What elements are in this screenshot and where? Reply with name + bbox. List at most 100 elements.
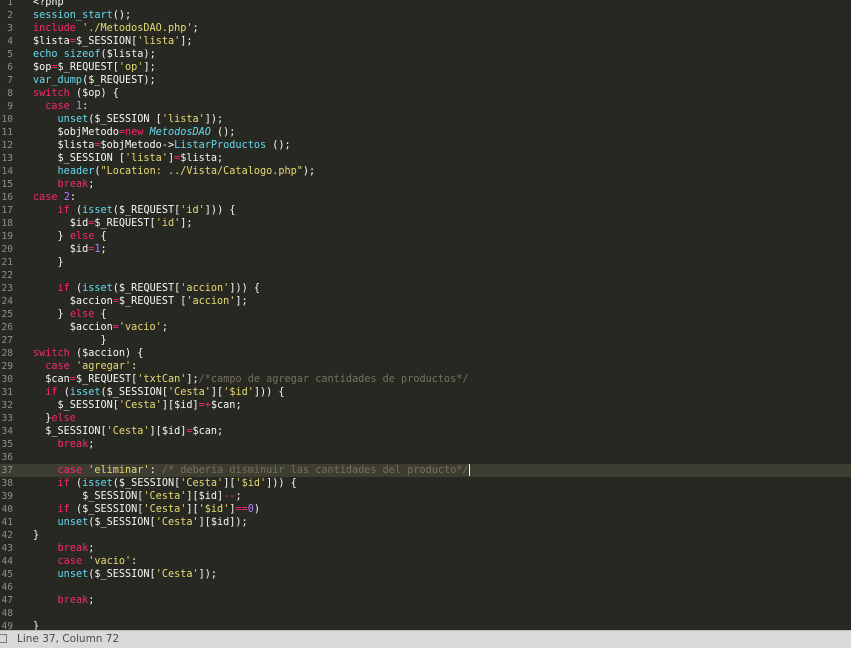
code-line[interactable]: 5 echo sizeof($lista);: [0, 48, 851, 61]
code-line[interactable]: 42}: [0, 529, 851, 542]
code-line[interactable]: 29 case 'agregar':: [0, 360, 851, 373]
text-cursor: [468, 464, 470, 476]
code-line[interactable]: 31 if (isset($_SESSION['Cesta']['$id']))…: [0, 386, 851, 399]
code-line[interactable]: 24 $accion=$_REQUEST ['accion'];: [0, 295, 851, 308]
code-line[interactable]: 7 var_dump($_REQUEST);: [0, 74, 851, 87]
code-token: 'lista': [161, 114, 205, 125]
code-line[interactable]: 38 if (isset($_SESSION['Cesta']['$id']))…: [0, 477, 851, 490]
code-line[interactable]: 36: [0, 451, 851, 464]
code-token: /* debería disminuir las cantidades del …: [161, 465, 469, 476]
code-line[interactable]: 17 if (isset($_REQUEST['id'])) {: [0, 204, 851, 217]
code-line[interactable]: 22: [0, 269, 851, 282]
code-editor[interactable]: 1 <?php 2 session_start(); 3 include './Metod…: [0, 0, 851, 630]
panel-toggle-icon[interactable]: [0, 634, 7, 643]
code-line[interactable]: 13 $_SESSION ['lista']=$lista;: [0, 152, 851, 165]
code-token: --: [223, 491, 236, 502]
line-number: 14: [1, 166, 13, 177]
code-token: 'accion': [186, 296, 236, 307]
code-text: if (isset($_SESSION['Cesta']['$id'])) {: [33, 386, 284, 399]
code-token: $lista;: [180, 153, 224, 164]
line-number: 20: [1, 244, 13, 255]
code-token: $_REQUEST [: [118, 296, 187, 307]
code-line[interactable]: 28 switch ($accion) {: [0, 347, 851, 360]
code-line[interactable]: 25 } else {: [0, 308, 851, 321]
code-text: $objMetodo=new MetodosDAO ();: [33, 126, 236, 139]
code-token: ]);: [204, 114, 224, 125]
code-line[interactable]: 20 $id=1;: [0, 243, 851, 256]
code-text: header("Location: ../Vista/Catalogo.php"…: [33, 165, 316, 178]
code-token: case: [57, 556, 83, 567]
code-line[interactable]: 4 $lista=$_SESSION['lista'];: [0, 35, 851, 48]
code-token: ($_REQUEST);: [82, 75, 156, 86]
code-text: case 'eliminar': /* debería disminuir la…: [33, 464, 470, 477]
code-text: $lista=$objMetodo->ListarProductos ();: [33, 139, 291, 152]
code-line[interactable]: 18 $id=$_REQUEST['id'];: [0, 217, 851, 230]
code-line[interactable]: 45 unset($_SESSION['Cesta']);: [0, 568, 851, 581]
code-line[interactable]: 1 <?php: [0, 0, 851, 9]
code-line[interactable]: 33 }else: [0, 412, 851, 425]
code-line[interactable]: 16 case 2:: [0, 191, 851, 204]
code-line[interactable]: 37 case 'eliminar': /* debería disminuir…: [0, 464, 851, 477]
code-line[interactable]: 21 }: [0, 256, 851, 269]
code-token: 'accion': [180, 283, 230, 294]
code-text: case 'vacio':: [33, 555, 138, 568]
code-line[interactable]: 19 } else {: [0, 230, 851, 243]
code-token: :: [149, 465, 162, 476]
code-line[interactable]: 44 case 'vacio':: [0, 555, 851, 568]
code-line[interactable]: 43 break;: [0, 542, 851, 555]
code-token: ($_SESSION[: [88, 569, 156, 580]
code-line[interactable]: 49}: [0, 620, 851, 630]
code-line[interactable]: 11 $objMetodo=new MetodosDAO ();: [0, 126, 851, 139]
code-token: 'op': [118, 62, 144, 73]
code-line[interactable]: 27 }: [0, 334, 851, 347]
code-line[interactable]: 46: [0, 581, 851, 594]
code-line[interactable]: 34 $_SESSION['Cesta'][$id]=$can;: [0, 425, 851, 438]
code-line[interactable]: 39 $_SESSION['Cesta'][$id]--;: [0, 490, 851, 503]
code-text: case 'agregar':: [33, 360, 137, 373]
code-token: ();: [210, 127, 236, 138]
code-line[interactable]: 10 unset($_SESSION ['lista']);: [0, 113, 851, 126]
code-token: ();: [266, 140, 291, 151]
code-line[interactable]: 9 case 1:: [0, 100, 851, 113]
code-line[interactable]: 40 if ($_SESSION['Cesta']['$id']==0): [0, 503, 851, 516]
status-bar: Line 37, Column 72: [0, 630, 851, 648]
line-number: 7: [7, 75, 13, 86]
code-token: ($_SESSION[: [88, 517, 156, 528]
code-line[interactable]: 41 unset($_SESSION['Cesta'][$id]);: [0, 516, 851, 529]
code-text: $op=$_REQUEST['op'];: [33, 61, 156, 74]
code-line[interactable]: 15 break;: [0, 178, 851, 191]
code-token: 'Cesta': [143, 504, 187, 515]
code-token: $can;: [210, 400, 242, 411]
line-number: 37: [1, 465, 13, 476]
code-token: $objMetodo->: [100, 140, 175, 151]
code-line[interactable]: 47 break;: [0, 594, 851, 607]
code-line[interactable]: 8 switch ($op) {: [0, 87, 851, 100]
code-token: :: [131, 361, 138, 372]
code-text: }: [33, 620, 39, 630]
code-token: isset: [69, 387, 101, 398]
code-text: if (isset($_REQUEST['id'])) {: [33, 204, 236, 217]
code-token: break: [57, 595, 89, 606]
code-line[interactable]: 6 $op=$_REQUEST['op'];: [0, 61, 851, 74]
code-token: 'Cesta': [167, 387, 211, 398]
code-line[interactable]: 35 break;: [0, 438, 851, 451]
code-line[interactable]: 12 $lista=$objMetodo->ListarProductos ()…: [0, 139, 851, 152]
code-line[interactable]: 30 $can=$_REQUEST['txtCan'];/*campo de a…: [0, 373, 851, 386]
code-line[interactable]: 2 session_start();: [0, 9, 851, 22]
line-number: 34: [1, 426, 13, 437]
code-line[interactable]: 3 include './MetodosDAO.php';: [0, 22, 851, 35]
code-line[interactable]: 14 header("Location: ../Vista/Catalogo.p…: [0, 165, 851, 178]
code-token: $_SESSION[: [33, 491, 144, 502]
code-line[interactable]: 48: [0, 607, 851, 620]
code-line[interactable]: 23 if (isset($_REQUEST['accion'])) {: [0, 282, 851, 295]
code-token: ;: [88, 543, 95, 554]
code-token: switch: [33, 348, 70, 359]
code-line[interactable]: 26 $accion='vacio';: [0, 321, 851, 334]
line-number: 8: [7, 88, 13, 99]
code-line[interactable]: 32 $_SESSION['Cesta'][$id]=+$can;: [0, 399, 851, 412]
code-token: 'lista': [137, 36, 181, 47]
